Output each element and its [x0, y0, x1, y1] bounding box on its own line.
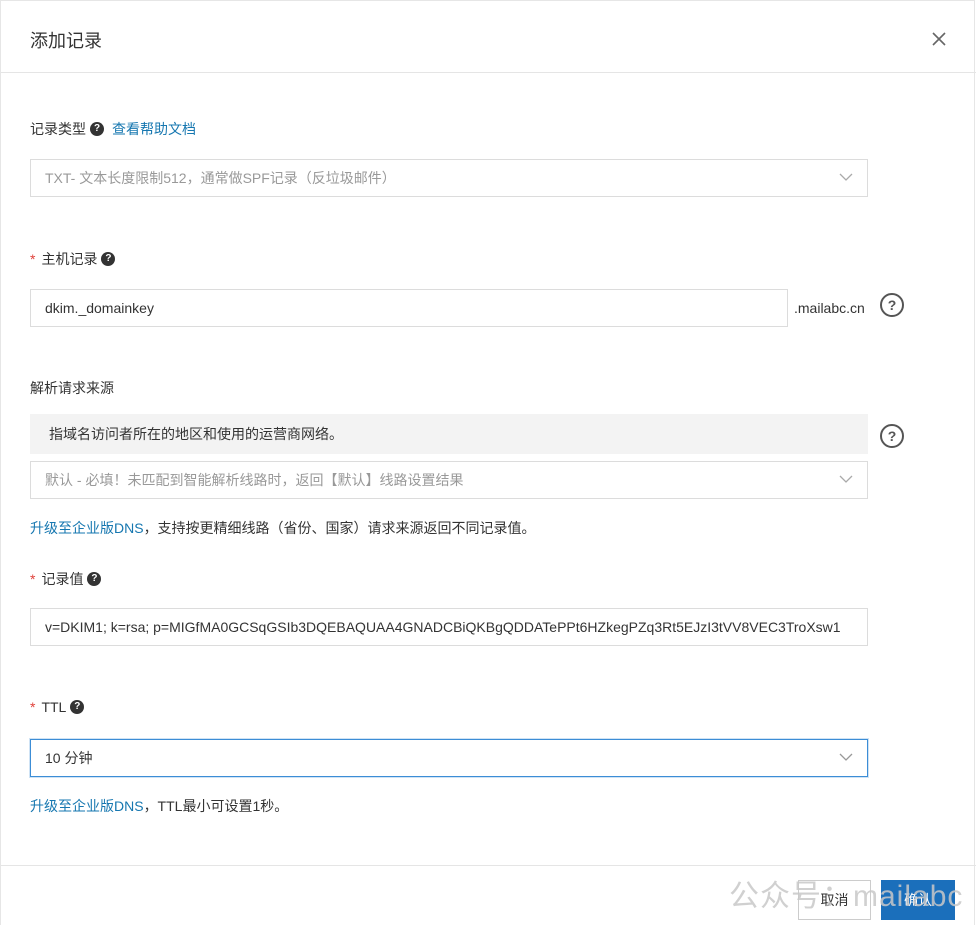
ttl-label-row: * TTL ? — [30, 699, 85, 715]
host-label: 主机记录 — [41, 251, 98, 267]
ttl-upgrade-note: 升级至企业版DNS，TTL最小可设置1秒。 — [30, 796, 288, 816]
source-label: 解析请求来源 — [30, 380, 114, 396]
footer-divider — [1, 865, 976, 866]
record-type-value: TXT- 文本长度限制512，通常做SPF记录（反垃圾邮件） — [45, 170, 396, 186]
question-icon[interactable]: ? — [90, 122, 104, 136]
close-icon[interactable] — [927, 27, 951, 51]
source-upgrade-note: 升级至企业版DNS，支持按更精细线路（省份、国家）请求来源返回不同记录值。 — [30, 518, 536, 538]
host-input[interactable]: dkim._domainkey — [30, 289, 788, 327]
host-value: dkim._domainkey — [45, 300, 154, 316]
record-type-label-row: 记录类型 ? 查看帮助文档 — [30, 119, 196, 139]
source-value: 默认 - 必填！未匹配到智能解析线路时，返回【默认】线路设置结果 — [45, 472, 464, 488]
upgrade-dns-link[interactable]: 升级至企业版DNS — [30, 520, 144, 536]
chevron-down-icon — [839, 475, 853, 483]
ttl-label: TTL — [41, 699, 67, 715]
source-upgrade-text: ，支持按更精细线路（省份、国家）请求来源返回不同记录值。 — [143, 520, 536, 536]
dialog-header: 添加记录 — [1, 1, 976, 73]
question-icon[interactable]: ? — [87, 572, 102, 586]
ttl-select[interactable]: 10 分钟 — [30, 739, 868, 777]
required-mark: * — [30, 571, 36, 587]
ttl-value: 10 分钟 — [45, 750, 93, 766]
source-hint: 指域名访问者所在的地区和使用的运营商网络。 — [30, 414, 868, 454]
domain-suffix: .mailabc.cn — [794, 300, 865, 316]
upgrade-dns-link[interactable]: 升级至企业版DNS — [30, 798, 144, 814]
source-label-row: 解析请求来源 — [30, 378, 114, 398]
record-value-label-row: * 记录值 ? — [30, 569, 102, 589]
question-icon[interactable]: ? — [880, 293, 904, 317]
help-doc-link[interactable]: 查看帮助文档 — [112, 119, 196, 139]
host-label-row: * 主机记录 ? — [30, 249, 116, 269]
chevron-down-icon — [839, 753, 853, 761]
chevron-down-icon — [839, 173, 853, 181]
record-value-label: 记录值 — [41, 571, 84, 587]
record-value-text: v=DKIM1; k=rsa; p=MIGfMA0GCSqGSIb3DQEBAQ… — [45, 619, 841, 635]
record-type-select[interactable]: TXT- 文本长度限制512，通常做SPF记录（反垃圾邮件） — [30, 159, 868, 197]
record-type-label: 记录类型 — [30, 121, 86, 137]
question-icon[interactable]: ? — [101, 252, 116, 266]
question-icon[interactable]: ? — [70, 700, 85, 714]
dialog-title: 添加记录 — [30, 31, 102, 51]
required-mark: * — [30, 251, 36, 267]
add-record-dialog: 添加记录 记录类型 ? 查看帮助文档 TXT- 文本长度限制512，通常做SPF… — [0, 0, 976, 925]
watermark: 公众号：mailabc — [729, 880, 964, 913]
source-select[interactable]: 默认 - 必填！未匹配到智能解析线路时，返回【默认】线路设置结果 — [30, 461, 868, 499]
record-value-input[interactable]: v=DKIM1; k=rsa; p=MIGfMA0GCSqGSIb3DQEBAQ… — [30, 608, 868, 646]
required-mark: * — [30, 699, 36, 715]
question-icon[interactable]: ? — [880, 424, 904, 448]
ttl-upgrade-text: ，TTL最小可设置1秒。 — [143, 798, 289, 814]
